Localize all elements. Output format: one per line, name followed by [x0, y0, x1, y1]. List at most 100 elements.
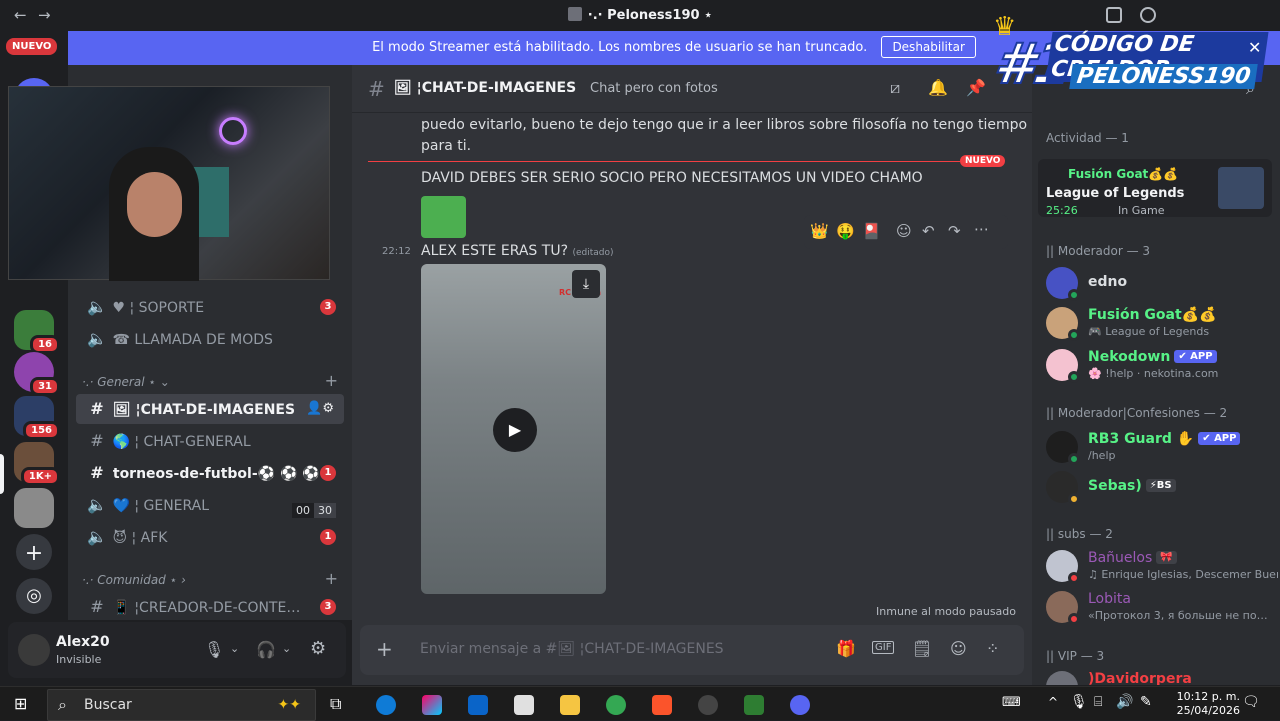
- member-item[interactable]: edno: [1046, 265, 1276, 301]
- channel-afk[interactable]: 🔈 😈 ¦ AFK 1: [76, 522, 344, 552]
- windows-start-icon[interactable]: ⊞: [14, 694, 27, 713]
- add-channel-icon[interactable]: +: [325, 569, 338, 588]
- member-item[interactable]: Bañuelos 🎀 ♫ Enrique Iglesias, Descemer Bu…: [1046, 548, 1278, 584]
- chevron-down-icon[interactable]: ⌄: [282, 642, 291, 655]
- channel-label: 🌎 ¦ CHAT-GENERAL: [112, 434, 251, 450]
- speaker-icon: 🔈: [87, 329, 107, 348]
- message-input[interactable]: Enviar mensaje a #🖼 ¦CHAT-DE-IMAGENES: [420, 641, 724, 657]
- message-actions: 👑 🤑 🎴 ☺ ↶ ↷ ⋯: [804, 215, 1008, 249]
- app-icon[interactable]: [744, 695, 764, 715]
- apps-icon[interactable]: ⁘: [986, 639, 999, 658]
- category-comunidad[interactable]: ·.· Comunidad ⋆ ›: [82, 573, 186, 587]
- member-name: edno: [1088, 274, 1128, 290]
- role-header: || Moderador|Confesiones — 2: [1046, 406, 1228, 420]
- server-icon[interactable]: 16: [14, 310, 60, 354]
- outlook-icon[interactable]: [468, 695, 488, 715]
- invite-settings-icon[interactable]: 👤⚙: [306, 394, 334, 424]
- microphone-icon[interactable]: 🎙: [204, 640, 224, 659]
- forward-icon[interactable]: ↷: [948, 222, 961, 240]
- download-icon[interactable]: ⤓: [572, 270, 600, 298]
- message-timestamp: 22:12: [382, 246, 411, 257]
- add-attachment-icon[interactable]: +: [376, 637, 393, 661]
- channel-chat-general[interactable]: # 🌎 ¦ CHAT-GENERAL: [76, 426, 344, 456]
- member-item[interactable]: Nekodown ✔ APP 🌸 !help · nekotina.com: [1046, 347, 1276, 383]
- store-icon[interactable]: [514, 695, 534, 715]
- reaction-icon[interactable]: 🎴: [862, 222, 881, 240]
- avatar[interactable]: [18, 634, 50, 666]
- channel-header: # 🖼 ¦CHAT-DE-IMAGENES Chat pero con foto…: [352, 65, 1032, 113]
- edge-icon[interactable]: [376, 695, 396, 715]
- notifications-icon[interactable]: 🗨: [1242, 694, 1260, 710]
- hash-icon: #: [90, 463, 104, 482]
- add-reaction-icon[interactable]: ☺: [896, 222, 912, 240]
- server-icon[interactable]: 156: [14, 396, 60, 440]
- brave-icon[interactable]: [652, 695, 672, 715]
- avatar: [1046, 671, 1078, 685]
- taskbar-search[interactable]: ⌕ Buscar ✦✦: [47, 689, 316, 721]
- gear-icon[interactable]: ⚙: [310, 638, 326, 659]
- reaction-icon[interactable]: 🤑: [836, 222, 855, 240]
- online-status-icon: [1068, 329, 1080, 341]
- server-icon[interactable]: 1K+: [14, 442, 60, 486]
- volume-icon[interactable]: 🔊: [1116, 694, 1133, 710]
- pen-icon[interactable]: ✎: [1140, 694, 1152, 710]
- gift-icon[interactable]: 🎁: [836, 639, 856, 658]
- play-button[interactable]: ▶: [493, 408, 537, 452]
- channel-soporte[interactable]: 🔈 ♥ ¦ SOPORTE 3: [76, 292, 344, 322]
- copilot-icon[interactable]: [422, 695, 442, 715]
- add-channel-icon[interactable]: +: [325, 371, 338, 390]
- keyboard-icon[interactable]: ⌨: [1002, 695, 1021, 710]
- emoji-icon[interactable]: ☺: [950, 639, 967, 658]
- search-placeholder: Buscar: [84, 697, 132, 713]
- clock[interactable]: 10:12 p. m. 25/04/2026: [1177, 690, 1240, 718]
- microphone-icon[interactable]: 🎙: [1070, 694, 1088, 710]
- member-item[interactable]: Fusión Goat💰💰 🎮 League of Legends: [1046, 305, 1276, 341]
- more-icon[interactable]: ⋯: [974, 220, 989, 238]
- member-item[interactable]: )Davidorpera: [1046, 669, 1276, 685]
- threads-icon[interactable]: ⧄: [890, 78, 900, 98]
- channel-llamada-mods[interactable]: 🔈 ☎ LLAMADA DE MODS: [76, 324, 344, 354]
- chevron-up-icon[interactable]: ^: [1048, 695, 1058, 709]
- server-icon[interactable]: [14, 488, 54, 528]
- channel-chat-de-imagenes[interactable]: # 🖼 ¦CHAT-DE-IMAGENES 👤⚙: [76, 394, 344, 424]
- disable-streamer-button[interactable]: Deshabilitar: [881, 36, 976, 58]
- sticker-icon[interactable]: 🗒: [912, 639, 932, 658]
- chrome-icon[interactable]: [606, 695, 626, 715]
- member-activity: ♫ Enrique Iglesias, Descemer Buenc: [1088, 568, 1278, 581]
- message-text: DAVID DEBES SER SERIO SOCIO PERO NECESIT…: [421, 170, 923, 186]
- member-item[interactable]: Sebas) ⚡BS: [1046, 469, 1276, 505]
- task-view-icon[interactable]: ⧉: [330, 694, 341, 714]
- channel-general-voice[interactable]: 🔈 💙 ¦ GENERAL 00 30: [76, 490, 344, 520]
- category-general[interactable]: ·.· General ⋆ ⌄: [82, 375, 170, 389]
- activity-card[interactable]: Fusión Goat💰💰 League of Legends 25:26 In…: [1038, 159, 1272, 217]
- server-avatar-icon: [567, 7, 582, 21]
- bell-icon[interactable]: 🔔: [928, 78, 948, 97]
- obs-icon[interactable]: [698, 695, 718, 715]
- chevron-down-icon[interactable]: ⌄: [230, 642, 239, 655]
- server-icon[interactable]: 31: [14, 352, 60, 396]
- headphones-icon[interactable]: 🎧: [256, 640, 276, 659]
- video-attachment[interactable]: RC Media ⤓ ▶: [421, 264, 606, 594]
- network-icon[interactable]: ⌸: [1094, 694, 1102, 710]
- explorer-icon[interactable]: [560, 695, 580, 715]
- slowmode-status: Inmune al modo pausado: [876, 605, 1016, 618]
- close-banner-icon[interactable]: ✕: [1248, 38, 1261, 57]
- gif-icon[interactable]: GIF: [872, 641, 895, 654]
- member-item[interactable]: Lobita «Протокол 3, я больше не по…: [1046, 589, 1276, 625]
- member-item[interactable]: RB3 Guard ✋ ✔ APP/help: [1046, 429, 1276, 465]
- add-server-icon[interactable]: +: [16, 534, 52, 570]
- reply-icon[interactable]: ↶: [922, 222, 935, 240]
- speaker-icon: 🔈: [87, 297, 107, 316]
- pin-icon[interactable]: 📌: [966, 78, 986, 97]
- new-badge: NUEVO: [6, 38, 58, 55]
- member-activity: 🌸 !help · nekotina.com: [1088, 367, 1219, 380]
- sticker-image[interactable]: [421, 196, 466, 238]
- discord-icon[interactable]: [790, 695, 810, 715]
- online-status-icon: [1068, 453, 1080, 465]
- channel-creador-de-contenido[interactable]: # 📱 ¦CREADOR-DE-CONTE… 3: [76, 592, 344, 620]
- member-name: )Davidorpera: [1088, 671, 1192, 685]
- member-name: RB3 Guard ✋: [1088, 431, 1195, 447]
- discover-icon[interactable]: ◎: [16, 578, 52, 614]
- channel-torneos-de-futbol[interactable]: # torneos-de-futbol-⚽ ⚽ ⚽ 1: [76, 458, 344, 488]
- reaction-icon[interactable]: 👑: [810, 222, 829, 240]
